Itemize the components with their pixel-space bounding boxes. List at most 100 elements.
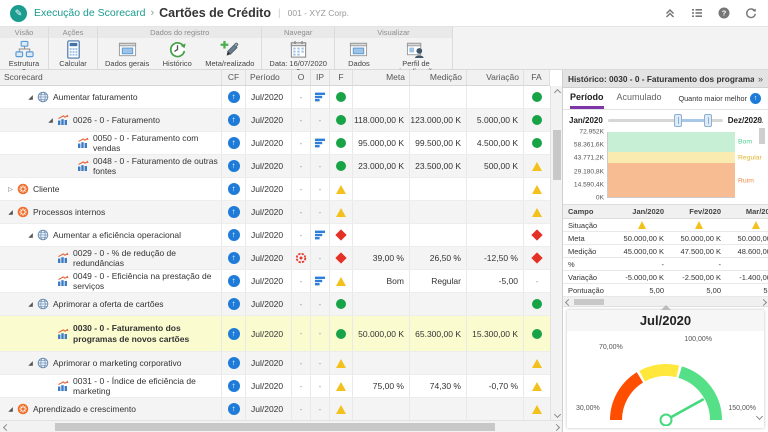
f-red-status-icon [335, 252, 346, 263]
table-vertical-scrollbar[interactable] [550, 86, 562, 420]
panel-scroll-thumb[interactable] [759, 128, 765, 144]
meta-cell: 118.000,00 K [353, 109, 410, 131]
ip-cell: - [311, 155, 330, 177]
refresh-button[interactable] [744, 6, 758, 20]
tree-expander-expanded-icon[interactable]: ◢ [25, 232, 36, 239]
title-divider: | [278, 8, 281, 19]
table-row[interactable]: 0049 - 0 - Eficiência na prestação de se… [0, 270, 550, 293]
f-yellow-status-icon [336, 382, 346, 391]
cf-cell: ↑ [222, 270, 246, 292]
metric-icon [57, 328, 70, 340]
col-header-f[interactable]: F [330, 70, 353, 85]
scorecard-tree-cell: 0031 - 0 - Índice de eficiência de marke… [0, 375, 222, 397]
list-view-button[interactable] [690, 6, 704, 20]
dados-button[interactable]: Dados [342, 40, 376, 68]
table-row[interactable]: ◢Processos internos↑Jul/2020-- [0, 201, 550, 224]
tab-periodo[interactable]: Período [570, 88, 604, 109]
help-button[interactable]: ? [717, 6, 731, 20]
fa-green-status-icon [532, 115, 542, 125]
o-cell: - [292, 109, 311, 131]
col-header-ip[interactable]: IP [311, 70, 330, 85]
collapse-toolbar-button[interactable] [663, 6, 677, 20]
col-header-medicao[interactable]: Medição [410, 70, 467, 85]
col-header-o[interactable]: O [292, 70, 311, 85]
panel-expand-button[interactable]: » [758, 74, 763, 84]
history-panel: Histórico: 0030 - 0 - Faturamento dos pr… [562, 70, 768, 432]
globe-icon [37, 91, 49, 103]
table-row[interactable]: ◢Aprendizado e crescimento↑Jul/2020-- [0, 398, 550, 420]
zone-band-bom [608, 132, 735, 152]
range-slider-track[interactable] [608, 119, 723, 122]
medicao-cell [410, 352, 467, 374]
toolbar-group-navegar: Navegar Data: 16/07/2020 ▼ [262, 27, 335, 69]
mini-row-value: 50.000,00 K [727, 232, 768, 244]
historico-button[interactable]: Histórico [160, 40, 194, 68]
col-header-scorecard[interactable]: Scorecard [0, 70, 222, 85]
toolbar: Visão Estrutura ▼ Ações Calcular Dados d… [0, 27, 768, 70]
fa-cell [524, 293, 550, 315]
tree-expander-expanded-icon[interactable]: ◢ [25, 360, 36, 367]
meta-realizado-button[interactable]: Meta/realizado [205, 40, 254, 68]
zone-band-ruim [608, 163, 735, 197]
range-slider-handle-end[interactable] [704, 114, 712, 127]
dados-gerais-button[interactable]: Dados gerais [105, 40, 149, 68]
estrutura-button[interactable]: Estrutura ▼ [7, 40, 41, 73]
globe-icon [37, 229, 50, 241]
variacao-cell: 15.300,00 K [467, 316, 524, 351]
col-header-variacao[interactable]: Variação [467, 70, 524, 85]
horizontal-scroll-thumb[interactable] [55, 423, 495, 431]
panel-scroll-up-button[interactable] [753, 116, 765, 128]
col-header-periodo[interactable]: Período [246, 70, 292, 85]
col-header-fa[interactable]: FA [524, 70, 550, 85]
tab-acumulado[interactable]: Acumulado [617, 88, 662, 109]
o-cell: - [292, 270, 311, 292]
cf-up-arrow-icon: ↑ [228, 229, 240, 241]
scroll-left-button[interactable] [563, 297, 573, 307]
f-cell [330, 224, 353, 246]
table-row[interactable]: 0031 - 0 - Índice de eficiência de marke… [0, 375, 550, 398]
cf-cell: ↑ [222, 86, 246, 108]
vertical-scroll-thumb[interactable] [553, 130, 561, 180]
calcular-button[interactable]: Calcular [56, 40, 90, 68]
metric-chart-icon [57, 114, 69, 126]
panel-scroll-down-button[interactable] [753, 410, 765, 422]
table-horizontal-scrollbar[interactable] [0, 420, 562, 432]
horizontal-scroll-thumb[interactable] [574, 299, 604, 305]
gauge-zone-arc [642, 370, 678, 376]
periodo-cell: Jul/2020 [246, 398, 292, 420]
mini-row-value: - [727, 258, 768, 270]
row-label: 0031 - 0 - Índice de eficiência de marke… [73, 376, 221, 396]
tree-expander-expanded-icon[interactable]: ◢ [25, 301, 36, 308]
tree-expander-expanded-icon[interactable]: ◢ [5, 406, 16, 413]
scorecard-tree-cell: ◢Aumentar a eficiência operacional [0, 224, 222, 246]
data-selector-button[interactable]: Data: 16/07/2020 ▼ [269, 40, 327, 73]
table-row[interactable]: ◢Aprimorar o marketing corporativo↑Jul/2… [0, 352, 550, 375]
table-row[interactable]: 0030 - 0 - Faturamento dos programas de … [0, 316, 550, 352]
tree-expander-collapsed-icon[interactable]: ▷ [5, 186, 16, 193]
scroll-right-button[interactable] [758, 297, 768, 307]
initiative-bars-icon [314, 230, 326, 240]
table-row[interactable]: 0050 - 0 - Faturamento com vendas↑Jul/20… [0, 132, 550, 155]
tree-expander-expanded-icon[interactable]: ◢ [25, 94, 36, 101]
range-slider-handle-start[interactable] [674, 114, 682, 127]
col-header-meta[interactable]: Meta [353, 70, 410, 85]
y-axis-tick: 0K [596, 195, 604, 202]
col-header-cf[interactable]: CF [222, 70, 246, 85]
calculator-icon [64, 40, 83, 59]
breadcrumb-root[interactable]: Execução de Scorecard [34, 7, 145, 19]
tree-expander-expanded-icon[interactable]: ◢ [45, 117, 56, 124]
gauge-title: Jul/2020 [567, 310, 764, 331]
f-cell [330, 352, 353, 374]
scroll-left-button[interactable] [0, 421, 12, 432]
table-row[interactable]: ▷Cliente↑Jul/2020-- [0, 178, 550, 201]
table-row[interactable]: 0048 - 0 - Faturamento de outras fontes↑… [0, 155, 550, 178]
table-row[interactable]: ◢Aprimorar a oferta de cartões↑Jul/2020-… [0, 293, 550, 316]
row-label: Processos internos [33, 207, 105, 217]
o-cell: - [292, 86, 311, 108]
scroll-right-button[interactable] [550, 421, 562, 432]
table-row[interactable]: ◢0026 - 0 - Faturamento↑Jul/2020--118.00… [0, 109, 550, 132]
table-row[interactable]: ◢Aumentar faturamento↑Jul/2020- [0, 86, 550, 109]
tree-expander-expanded-icon[interactable]: ◢ [5, 209, 16, 216]
table-row[interactable]: ◢Aumentar a eficiência operacional↑Jul/2… [0, 224, 550, 247]
table-row[interactable]: 0029 - 0 - % de redução de redundâncias↑… [0, 247, 550, 270]
